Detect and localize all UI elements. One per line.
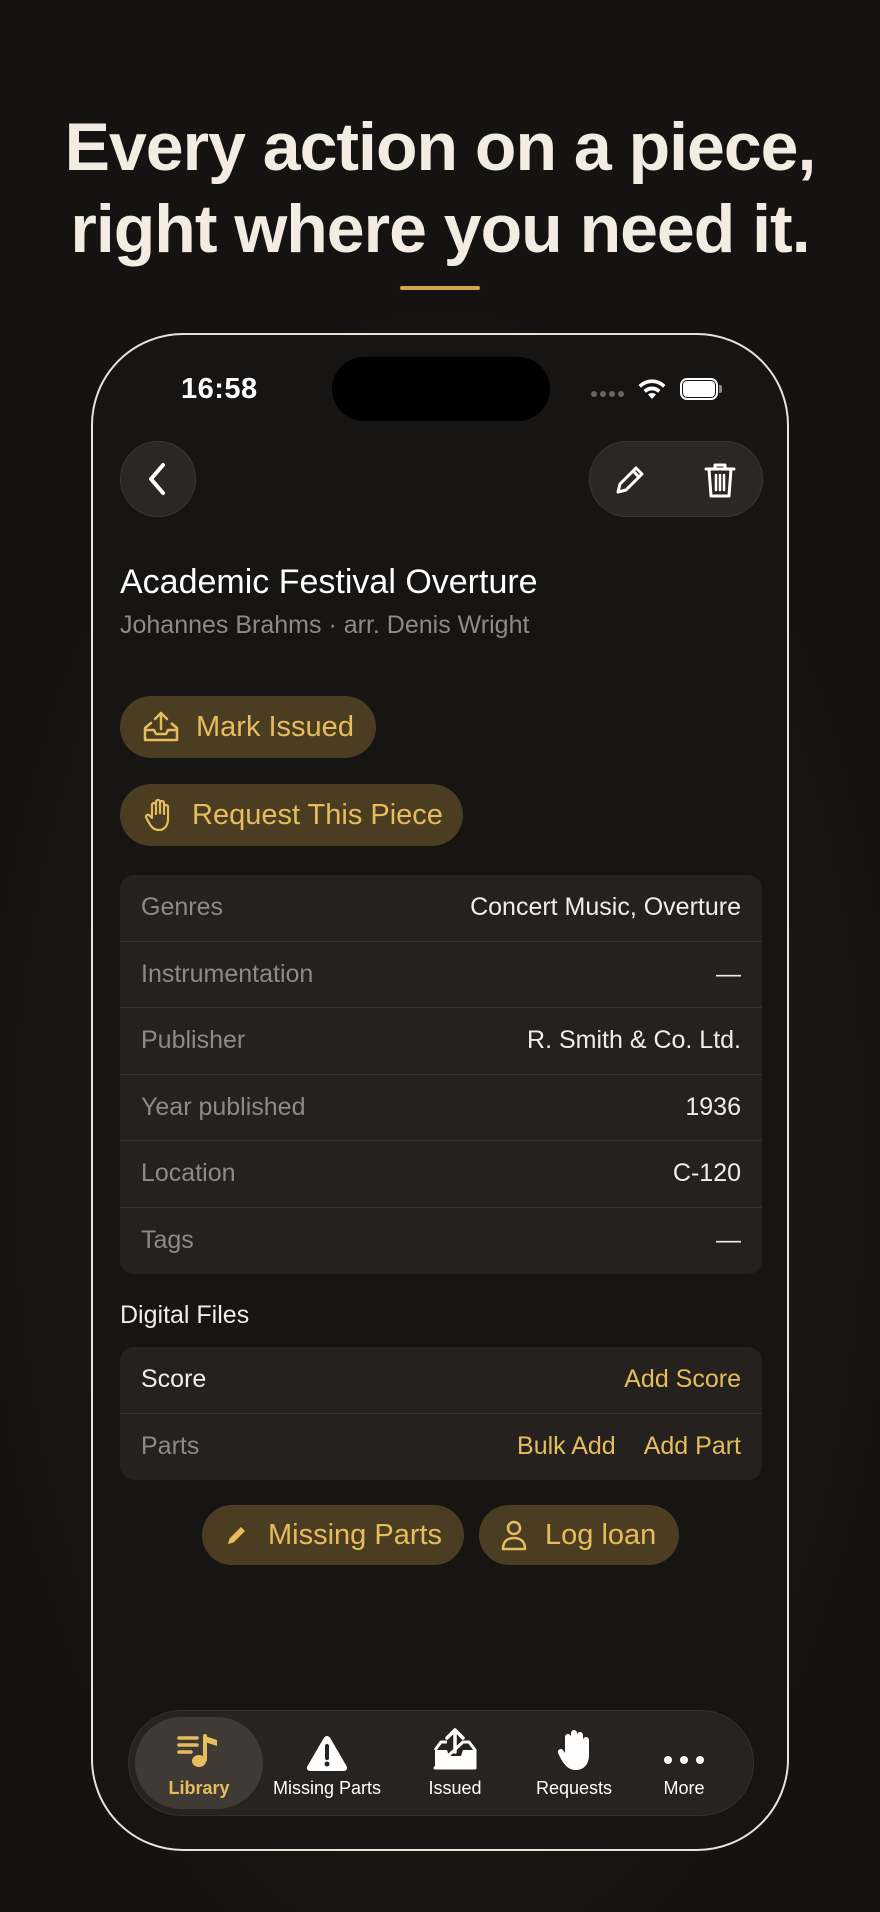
missing-parts-button[interactable]: Missing Parts: [202, 1505, 464, 1565]
detail-label: Location: [141, 1159, 236, 1188]
headline-underline: [400, 286, 480, 290]
detail-value: —: [716, 959, 741, 988]
detail-value: R. Smith & Co. Ltd.: [527, 1026, 741, 1055]
detail-label: Genres: [141, 893, 223, 922]
back-button[interactable]: [120, 441, 196, 517]
warning-triangle-icon: [306, 1736, 348, 1771]
pencil-icon[interactable]: [610, 460, 650, 500]
tab-issued[interactable]: Issued: [391, 1717, 519, 1809]
detail-row-year-published: Year published 1936: [120, 1075, 762, 1141]
detail-row-location: Location C-120: [120, 1141, 762, 1208]
tab-missing-parts[interactable]: Missing Parts: [263, 1717, 391, 1809]
status-time: 16:58: [181, 373, 258, 405]
piece-subtitle: Johannes Brahms · arr. Denis Wright: [120, 611, 530, 639]
cellular-icon: [591, 391, 624, 397]
score-row: Score Add Score: [120, 1347, 762, 1414]
detail-row-publisher: Publisher R. Smith & Co. Ltd.: [120, 1008, 762, 1075]
digital-files-card: Score Add Score Parts Bulk Add Add Part: [120, 1347, 762, 1480]
parts-actions: Bulk Add Add Part: [517, 1432, 741, 1461]
tab-bar: Library Missing Parts Issued Requests Mo…: [128, 1710, 754, 1816]
request-piece-label: Request This Piece: [192, 798, 443, 831]
piece-title: Academic Festival Overture: [120, 563, 538, 601]
detail-row-genres: Genres Concert Music, Overture: [120, 875, 762, 942]
log-loan-button[interactable]: Log loan: [479, 1505, 679, 1565]
parts-label: Parts: [141, 1432, 200, 1461]
tray-upload-icon: [433, 1728, 477, 1770]
pencil-icon: [228, 1527, 245, 1544]
parts-row: Parts Bulk Add Add Part: [120, 1414, 762, 1481]
battery-icon: [680, 378, 722, 400]
music-library-icon: [177, 1734, 217, 1767]
dynamic-island: [332, 357, 550, 421]
detail-label: Publisher: [141, 1026, 246, 1055]
tab-library[interactable]: Library: [135, 1717, 263, 1809]
detail-label: Instrumentation: [141, 959, 314, 988]
detail-row-instrumentation: Instrumentation —: [120, 942, 762, 1008]
person-icon: [501, 1520, 527, 1551]
tab-more-label: More: [663, 1778, 705, 1798]
tab-missing-parts-label: Missing Parts: [272, 1778, 382, 1798]
edit-delete-group: [589, 441, 763, 517]
phone-frame: 16:58 Academic Festival Overture Johanne: [91, 333, 789, 1851]
detail-value: C-120: [672, 1159, 741, 1188]
detail-value: Concert Music, Overture: [470, 893, 741, 922]
hand-raised-icon: [144, 798, 170, 832]
wifi-icon: [638, 379, 666, 399]
tab-more[interactable]: More: [629, 1717, 739, 1809]
score-label: Score: [141, 1365, 207, 1394]
status-indicators: [591, 377, 722, 401]
tray-upload-icon: [143, 711, 179, 742]
add-score-button[interactable]: Add Score: [624, 1365, 741, 1394]
chevron-left-icon: [149, 463, 165, 495]
hand-raised-icon: [557, 1730, 589, 1770]
mark-issued-label: Mark Issued: [196, 710, 354, 743]
log-loan-label: Log loan: [545, 1518, 657, 1551]
headline-line-2: right where you need it.: [70, 191, 810, 267]
details-card: Genres Concert Music, Overture Instrumen…: [120, 875, 762, 1274]
tab-library-label: Library: [168, 1778, 230, 1798]
detail-label: Year published: [141, 1092, 306, 1121]
ellipsis-icon: [664, 1756, 704, 1764]
add-part-button[interactable]: Add Part: [644, 1432, 741, 1461]
detail-value: 1936: [685, 1092, 741, 1121]
headline-line-1: Every action on a piece,: [64, 109, 817, 185]
request-piece-button[interactable]: Request This Piece: [120, 784, 463, 846]
detail-value: —: [716, 1226, 741, 1255]
trash-icon[interactable]: [700, 460, 740, 500]
digital-files-heading: Digital Files: [120, 1301, 250, 1329]
tab-requests-label: Requests: [535, 1778, 613, 1798]
detail-row-tags: Tags —: [120, 1208, 762, 1275]
headline: Every action on a piece, right where you…: [0, 106, 880, 270]
bulk-add-button[interactable]: Bulk Add: [517, 1432, 616, 1461]
missing-parts-label: Missing Parts: [268, 1518, 443, 1551]
mark-issued-button[interactable]: Mark Issued: [120, 696, 376, 758]
detail-label: Tags: [141, 1226, 194, 1255]
tab-requests[interactable]: Requests: [519, 1717, 629, 1809]
tab-issued-label: Issued: [428, 1778, 482, 1798]
